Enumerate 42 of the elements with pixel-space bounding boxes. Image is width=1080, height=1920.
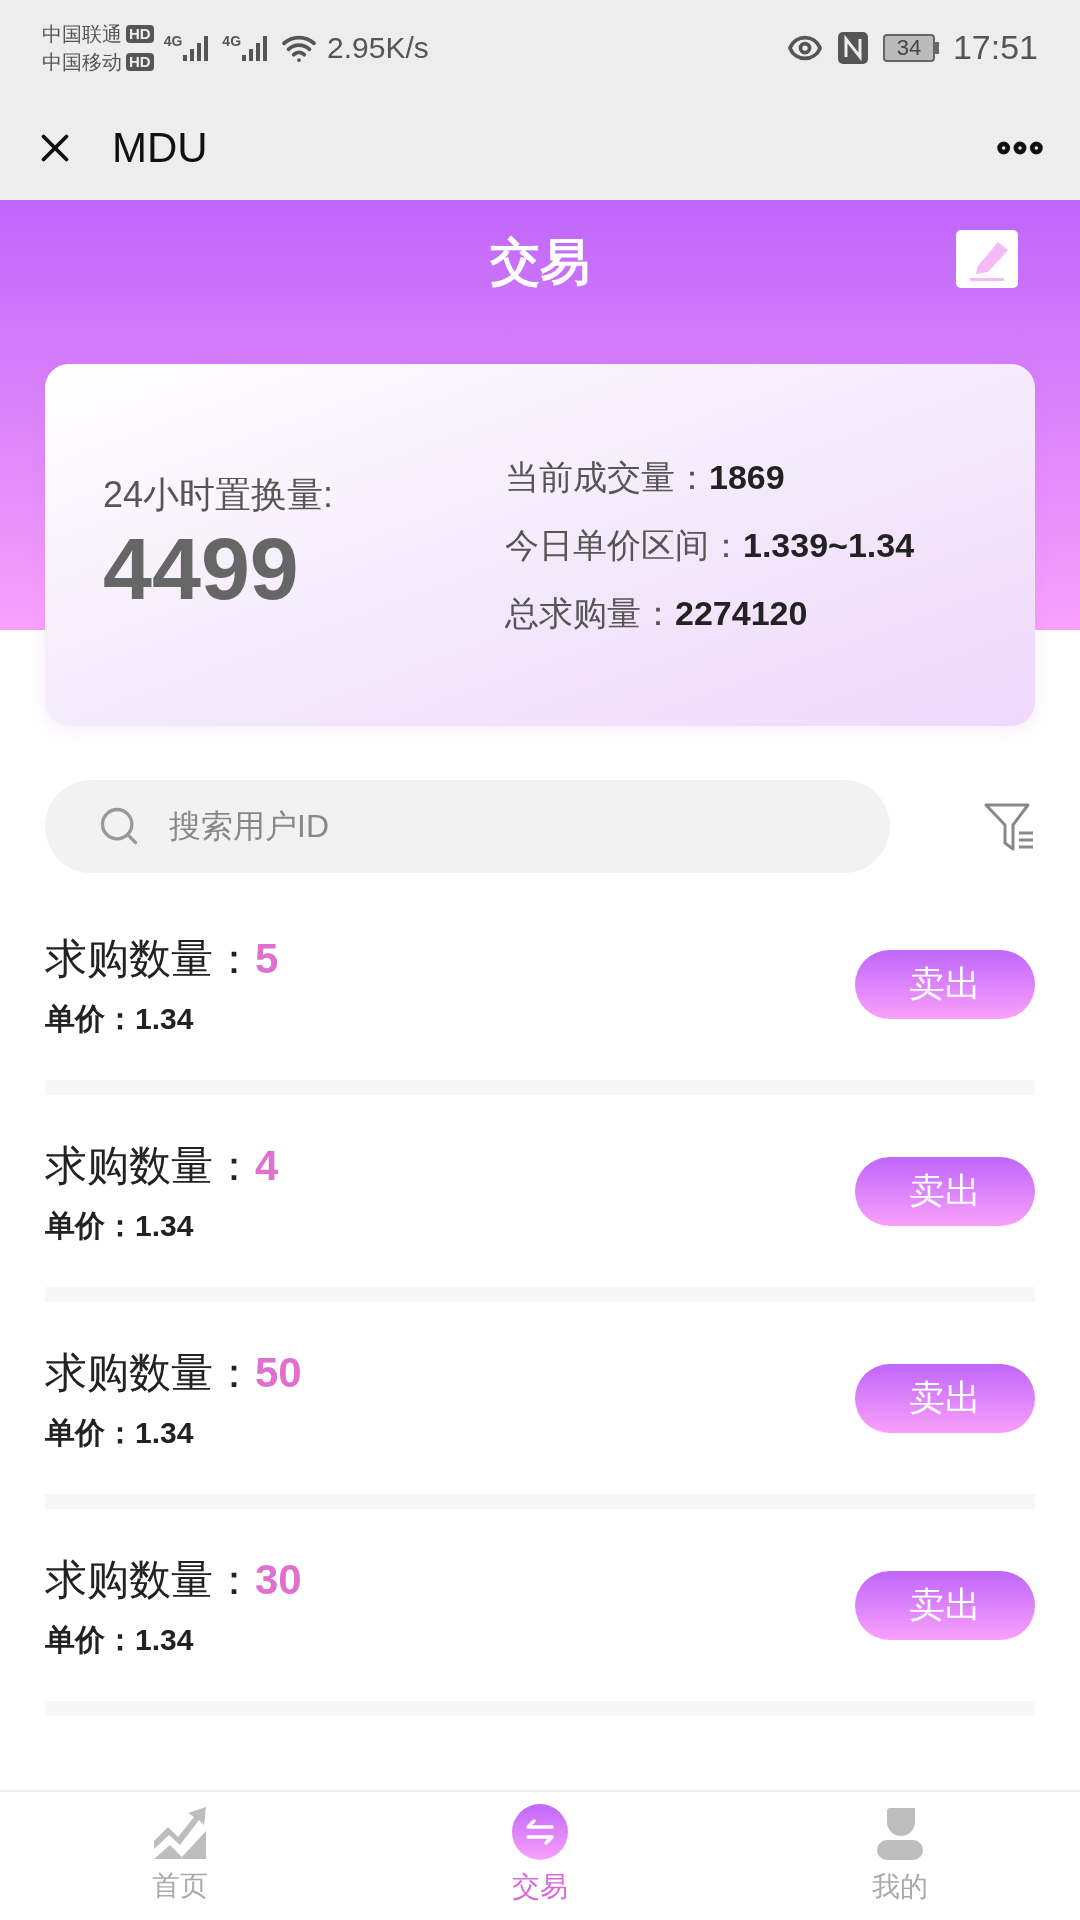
unit-price: 单价：1.34 [45,1001,195,1037]
hd-badge: HD [126,24,154,43]
stat-value: 1869 [709,457,785,498]
quantity-value: 5 [255,934,279,984]
sell-button[interactable]: 卖出 [855,1363,1035,1433]
stat-value: 1.339~1.34 [743,525,915,566]
quantity-label: 求购数量： [45,1555,255,1605]
header-title: 交易 [490,232,590,292]
volume-label: 24小时置换量: [103,473,335,517]
quantity-value: 50 [255,1348,302,1398]
sell-button[interactable]: 卖出 [855,1570,1035,1640]
stat-label: 当前成交量： [505,457,709,498]
quantity-value: 4 [255,1141,279,1191]
tab-item[interactable]: 首页 [0,1792,360,1920]
sell-button[interactable]: 卖出 [855,949,1035,1019]
search-field[interactable]: 搜索用户ID [45,780,890,873]
carrier-name: 中国联通 [42,21,122,46]
sell-button[interactable]: 卖出 [855,1156,1035,1226]
network-speed: 2.95K/s [327,30,429,66]
stat-label: 今日单价区间： [505,525,743,566]
unit-price: 单价：1.34 [45,1622,195,1658]
page-title: MDU [112,123,208,173]
unit-price: 单价：1.34 [45,1208,195,1244]
volume-value: 4499 [103,519,300,619]
network-type-label: 4G [163,32,183,49]
stat-label: 总求购量： [505,593,675,634]
stat-value: 2274120 [675,593,808,634]
carrier-name: 中国移动 [42,49,122,74]
quantity-label: 求购数量： [45,1348,255,1398]
quantity-value: 30 [255,1555,302,1605]
quantity-label: 求购数量： [45,1141,255,1191]
quantity-label: 求购数量： [45,934,255,984]
swap-arrows-icon [512,1804,568,1860]
trend-chart-icon [152,1805,208,1859]
battery-level: 34 [896,35,922,60]
tab-item[interactable]: 交易 [360,1792,720,1920]
hd-badge: HD [126,52,154,71]
nfc-icon [836,30,869,65]
unit-price: 单价：1.34 [45,1415,195,1451]
clock-time: 17:51 [952,27,1038,68]
tab-item[interactable]: 我的 [720,1792,1080,1920]
network-type-label: 4G [222,32,242,49]
